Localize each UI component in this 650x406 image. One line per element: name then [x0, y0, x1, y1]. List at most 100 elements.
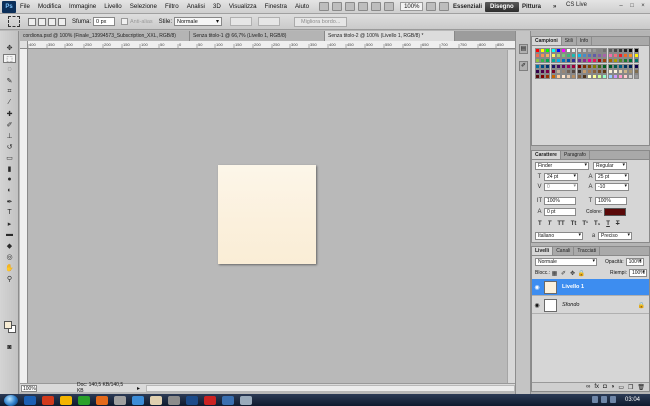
kerning-field[interactable]: 0 — [544, 183, 578, 191]
lock-transparency-icon[interactable]: ▦ — [550, 270, 559, 277]
hand-tool-icon[interactable]: ✋ — [3, 263, 16, 272]
small-caps-button[interactable]: Tt — [571, 221, 577, 227]
cs-live-button[interactable]: CS Live — [566, 2, 587, 8]
visibility-eye-icon[interactable]: ◉ — [532, 302, 542, 309]
path-selection-icon[interactable]: ▸ — [3, 219, 16, 228]
quick-selection-tool-icon[interactable]: ✎ — [3, 76, 16, 85]
gradient-tool-icon[interactable]: ▮ — [3, 164, 16, 173]
menu-filtro[interactable]: Filtro — [161, 3, 183, 10]
strikethrough-button[interactable]: T — [616, 221, 620, 227]
lock-position-icon[interactable]: ✥ — [568, 270, 577, 277]
font-size-field[interactable]: 24 pt — [544, 173, 578, 181]
tab-cordiona[interactable]: cordiona.psd @ 100% (Finale_13994573_Sub… — [20, 31, 190, 41]
horizontal-ruler[interactable]: 400 350 300 250 200 150 100 50 0 50 100 150 200 250 30… — [28, 41, 515, 49]
feather-input[interactable]: 0 px — [93, 17, 116, 26]
eraser-tool-icon[interactable]: ▭ — [3, 153, 16, 162]
lock-pixels-icon[interactable]: ✐ — [559, 270, 568, 277]
faux-bold-button[interactable]: T — [538, 221, 542, 227]
baseline-shift-field[interactable]: 0 pt — [544, 208, 576, 216]
antialias-select[interactable]: Preciso — [598, 232, 632, 240]
arrange-documents-icon[interactable] — [426, 2, 437, 11]
subscript-button[interactable]: T₁ — [594, 221, 600, 227]
horizontal-scale-field[interactable]: 100% — [595, 197, 627, 205]
taskbar-app-icon[interactable] — [204, 395, 216, 405]
menu-immagine[interactable]: Immagine — [65, 3, 100, 10]
taskbar-app-icon[interactable] — [240, 395, 252, 405]
lasso-tool-icon[interactable]: ◌ — [3, 65, 16, 74]
tab-senza-titolo-2[interactable]: Senza titolo-2 @ 100% (Livello 1, RGB/8)… — [325, 31, 455, 41]
workspace-disegno[interactable]: Disegno — [485, 2, 519, 12]
taskbar-app-icon[interactable] — [222, 395, 234, 405]
type-tool-icon[interactable]: T — [3, 208, 16, 217]
layer-row-sfondo[interactable]: ◉ Sfondo 🔒 — [532, 297, 649, 314]
language-select[interactable]: Italiano — [535, 232, 583, 240]
all-caps-button[interactable]: TT — [557, 221, 564, 227]
canvas-area[interactable] — [29, 50, 507, 383]
photoshop-logo[interactable]: Ps — [2, 0, 16, 13]
extras-icon[interactable] — [345, 2, 356, 11]
pen-tool-icon[interactable]: ✒ — [3, 197, 16, 206]
workspace-pittura[interactable]: Pittura — [517, 2, 546, 12]
network-icon[interactable] — [592, 396, 598, 403]
3d-rotate-icon[interactable]: ◆ — [3, 241, 16, 250]
eyedropper-tool-icon[interactable]: ⁄ — [3, 98, 16, 107]
fill-field[interactable]: 100% — [628, 269, 647, 277]
blur-tool-icon[interactable]: ● — [3, 175, 16, 184]
ruler-origin[interactable] — [20, 41, 28, 49]
history-panel-icon[interactable]: ▤ — [519, 44, 528, 54]
blend-mode-select[interactable]: Normale — [535, 258, 597, 266]
superscript-button[interactable]: T¹ — [582, 221, 588, 227]
taskbar-app-icon[interactable] — [150, 395, 162, 405]
menu-file[interactable]: File — [16, 3, 34, 10]
tab-stili[interactable]: Stili — [562, 37, 577, 45]
bridge-icon[interactable] — [319, 2, 330, 11]
tab-carattere[interactable]: Carattere — [532, 151, 561, 159]
menu-livello[interactable]: Livello — [100, 3, 126, 10]
taskbar-app-icon[interactable] — [186, 395, 198, 405]
lock-all-icon[interactable]: 🔒 — [577, 270, 586, 277]
menu-aiuto[interactable]: Aiuto — [291, 3, 313, 10]
status-menu-arrow[interactable]: ▸ — [137, 385, 140, 392]
horizontal-scrollbar[interactable] — [146, 384, 515, 392]
shape-tool-icon[interactable]: ▬ — [3, 230, 16, 239]
rotate-icon[interactable] — [384, 2, 395, 11]
font-family-select[interactable]: Finder — [535, 162, 589, 170]
menu-selezione[interactable]: Selezione — [126, 3, 161, 10]
layer-style-icon[interactable]: fx — [594, 384, 599, 390]
history-brush-icon[interactable]: ↺ — [3, 142, 16, 151]
add-selection-icon[interactable] — [38, 17, 46, 26]
zoom-select[interactable]: 100% — [400, 2, 424, 11]
close-button[interactable]: × — [638, 2, 648, 11]
underline-button[interactable]: T — [606, 221, 610, 227]
tab-canali[interactable]: Canali — [553, 247, 575, 255]
tab-livelli[interactable]: Livelli — [532, 247, 554, 255]
tab-senza-titolo-1[interactable]: Senza titolo-1 @ 66,7% (Livello 1, RGB/8… — [190, 31, 325, 41]
taskbar-app-icon[interactable] — [24, 395, 36, 405]
height-field[interactable] — [257, 17, 280, 26]
new-selection-icon[interactable] — [28, 17, 36, 26]
minimize-button[interactable]: – — [616, 2, 626, 11]
zoom-icon[interactable] — [371, 2, 382, 11]
healing-brush-icon[interactable]: ✚ — [3, 109, 16, 118]
3d-orbit-icon[interactable]: ◎ — [3, 252, 16, 261]
taskbar-app-icon[interactable] — [96, 395, 108, 405]
subtract-selection-icon[interactable] — [48, 17, 56, 26]
tracking-field[interactable]: -10 — [595, 183, 629, 191]
vertical-scrollbar[interactable] — [507, 50, 515, 383]
notification-icon[interactable] — [610, 396, 616, 403]
vertical-scale-field[interactable]: 100% — [544, 197, 576, 205]
taskbar-app-icon[interactable] — [60, 395, 72, 405]
taskbar-app-icon[interactable] — [42, 395, 54, 405]
quick-mask-icon[interactable]: ◙ — [3, 343, 16, 352]
refine-edge-button[interactable]: Migliora bordo... — [293, 16, 348, 27]
intersect-selection-icon[interactable] — [58, 17, 66, 26]
tab-info[interactable]: Info — [577, 37, 593, 45]
start-button[interactable] — [4, 394, 18, 406]
volume-icon[interactable] — [601, 396, 607, 403]
faux-italic-button[interactable]: T — [548, 221, 552, 227]
menu-analisi[interactable]: Analisi — [183, 3, 209, 10]
document-canvas[interactable] — [218, 165, 316, 264]
link-layers-icon[interactable]: ∞ — [586, 384, 590, 390]
maximize-button[interactable]: □ — [627, 2, 637, 11]
crop-tool-icon[interactable]: ⌗ — [3, 87, 16, 96]
